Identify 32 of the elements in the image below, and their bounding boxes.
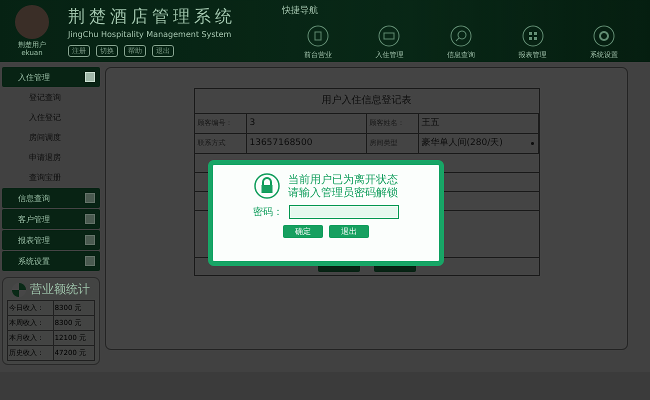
toggle-icon[interactable]	[85, 235, 95, 245]
password-field[interactable]	[289, 205, 399, 219]
confirm-button[interactable]: 确定	[283, 225, 323, 238]
sidebar-section[interactable]: 系统设置	[2, 251, 100, 271]
toggle-icon[interactable]	[85, 214, 95, 224]
toggle-icon[interactable]	[85, 256, 95, 266]
app-title: 荆楚酒店管理系统	[68, 6, 237, 28]
app-subtitle: JingChu Hospitality Management System	[68, 30, 232, 39]
dialog-message: 当前用户已为离开状态	[288, 173, 398, 186]
sidebar-section[interactable]: 信息查询	[2, 188, 100, 208]
chart-icon	[12, 282, 26, 296]
stats-title: 营业额统计	[30, 281, 90, 298]
section-label: 系统设置	[18, 256, 50, 266]
sidebar-section[interactable]: 客户管理	[2, 209, 100, 229]
box-icon	[306, 25, 329, 47]
quick-nav-label: 快捷导航	[282, 4, 319, 17]
grid-icon	[522, 25, 544, 47]
section-label: 客户管理	[18, 214, 50, 224]
screen-icon	[378, 25, 400, 47]
logo-photo-placeholder	[15, 5, 49, 39]
dialog-message: 请输入管理员密码解锁	[288, 186, 398, 199]
search-icon	[450, 25, 472, 47]
lock-icon	[254, 173, 280, 199]
exit-button[interactable]: 退出	[329, 225, 369, 238]
sidebar-section[interactable]: 入住管理	[2, 67, 100, 87]
section-label: 信息查询	[18, 192, 50, 204]
settings-icon	[593, 25, 616, 47]
section-label: 入住管理	[18, 72, 50, 82]
password-label: 密码：	[253, 206, 283, 219]
sidebar-section[interactable]: 报表管理	[2, 230, 100, 250]
toggle-icon[interactable]	[85, 193, 95, 203]
section-label: 报表管理	[18, 234, 50, 246]
